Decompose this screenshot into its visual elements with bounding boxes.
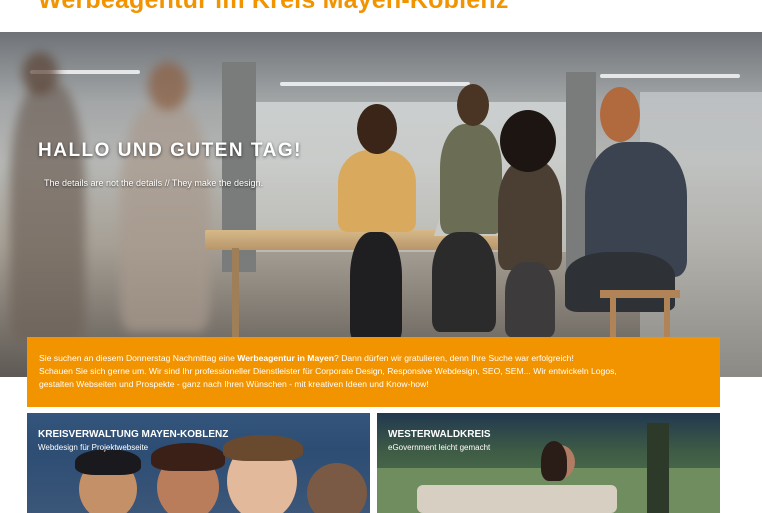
table-leg	[232, 248, 239, 338]
blurred-person	[120, 102, 210, 332]
person	[350, 232, 402, 342]
hero-headline: HALLO UND GUTEN TAG!	[38, 140, 302, 161]
tile-photo-blanket	[417, 485, 617, 513]
tile-subtitle: Webdesign für Projektwebseite	[38, 443, 149, 452]
intro-line-2: Schauen Sie sich gerne um. Wir sind Ihr …	[39, 366, 617, 376]
tile-photo-hair	[541, 441, 567, 481]
intro-text: Sie suchen an diesem Donnerstag Nachmitt…	[39, 353, 238, 363]
tile-photo-hair	[223, 435, 303, 461]
intro-line-1: Sie suchen an diesem Donnerstag Nachmitt…	[39, 352, 708, 365]
intro-text: ? Dann dürfen wir gratulieren, denn Ihre…	[334, 353, 574, 363]
ceiling-light	[600, 74, 740, 78]
person	[565, 252, 675, 312]
blurred-person	[10, 82, 85, 342]
person	[498, 160, 562, 270]
intro-highlight: Werbeagentur in Mayen	[237, 353, 335, 363]
person-head	[500, 110, 556, 172]
tile-photo-face	[307, 463, 367, 513]
person-head	[457, 84, 489, 126]
tile-title: WESTERWALDKREIS	[388, 429, 491, 440]
blurred-person-head	[148, 62, 188, 110]
person	[440, 124, 502, 234]
person	[505, 262, 555, 337]
hero-banner: HALLO UND GUTEN TAG! The details are not…	[0, 32, 762, 377]
tile-photo-hair	[75, 449, 141, 475]
tile-subtitle: eGovernment leicht gemacht	[388, 443, 491, 452]
tile-photo-hair	[151, 443, 225, 471]
project-tile-kreisverwaltung[interactable]: KREISVERWALTUNG MAYEN-KOBLENZ Webdesign …	[27, 413, 370, 513]
person	[432, 232, 496, 332]
intro-box: Sie suchen an diesem Donnerstag Nachmitt…	[27, 337, 720, 407]
page-title: Werbeagentur im Kreis Mayen-Koblenz	[38, 0, 509, 14]
blurred-person-head	[22, 52, 58, 94]
hero-tagline: The details are not the details // They …	[44, 178, 263, 188]
intro-line-3: gestalten Webseiten und Prospekte - ganz…	[39, 379, 429, 389]
ceiling-light	[280, 82, 470, 86]
tile-title: KREISVERWALTUNG MAYEN-KOBLENZ	[38, 429, 229, 440]
project-tile-westerwaldkreis[interactable]: WESTERWALDKREIS eGovernment leicht gemac…	[377, 413, 720, 513]
person	[338, 150, 416, 232]
tile-photo-tree	[647, 423, 669, 513]
person-head	[600, 87, 640, 142]
person-head	[357, 104, 397, 154]
